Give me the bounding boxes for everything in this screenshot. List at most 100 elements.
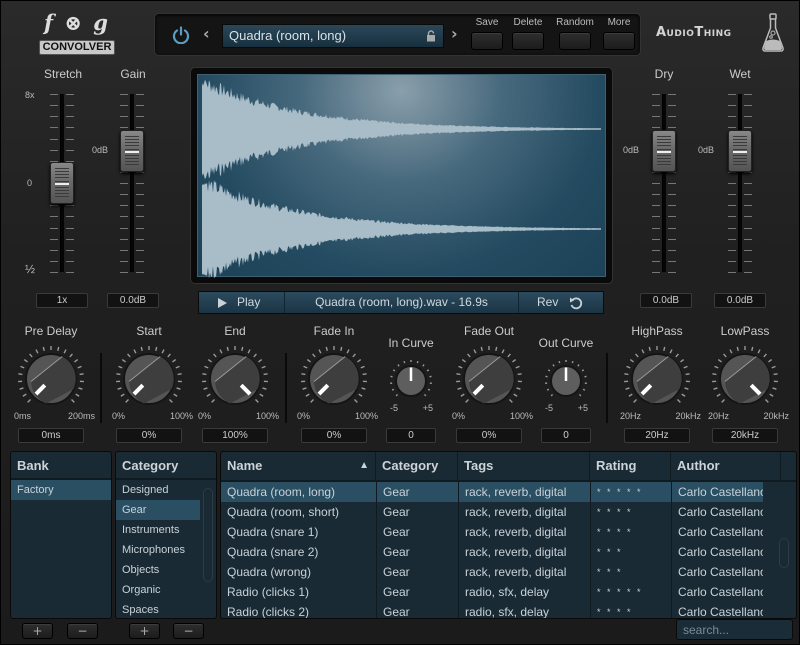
- in-curve-knob[interactable]: [388, 358, 434, 404]
- play-label: Play: [237, 295, 261, 309]
- fade-in-value[interactable]: 0%: [301, 428, 367, 443]
- category-list-item[interactable]: Microphones: [116, 540, 200, 560]
- pre-delay-label: Pre Delay: [24, 324, 78, 338]
- cell-rating: * * *: [597, 567, 623, 577]
- table-row[interactable]: Quadra (room, long) Gear rack, reverb, dig…: [221, 482, 796, 502]
- dry-slider-track[interactable]: [662, 94, 666, 272]
- end-knob[interactable]: [200, 344, 270, 414]
- gain-slider-thumb[interactable]: [120, 129, 144, 172]
- cell-author: Carlo Castellano: [678, 585, 763, 599]
- category-list-item[interactable]: Gear: [116, 500, 200, 520]
- stretch-slider-thumb[interactable]: [50, 162, 74, 204]
- waveform-display: [190, 67, 613, 284]
- fade-in-knob[interactable]: [299, 344, 369, 414]
- divider: [285, 353, 287, 423]
- save-button[interactable]: Save: [470, 16, 504, 50]
- pre-delay-value[interactable]: 0ms: [18, 428, 84, 443]
- wet-slider-thumb[interactable]: [728, 129, 752, 172]
- highpass-value[interactable]: 20Hz: [624, 428, 690, 443]
- remove-bank-button[interactable]: −: [67, 623, 98, 639]
- reverse-button[interactable]: Rev: [519, 292, 603, 313]
- delete-button[interactable]: Delete: [511, 16, 545, 50]
- lock-icon[interactable]: [426, 30, 436, 42]
- waveform-canvas[interactable]: [197, 74, 606, 279]
- gain-slider-track[interactable]: [130, 94, 134, 272]
- column-header-name[interactable]: Name ▲: [221, 452, 376, 480]
- table-row[interactable]: Radio (clicks 1) Gear radio, sfx, delay * *…: [221, 582, 796, 602]
- start-min-label: 0%: [112, 411, 126, 421]
- cell-rating: * * *: [597, 547, 623, 557]
- highpass-knob[interactable]: [622, 344, 692, 414]
- cell-tags: rack, reverb, digital: [459, 482, 590, 502]
- column-header-tags[interactable]: Tags: [458, 452, 590, 480]
- category-scrollbar[interactable]: [203, 488, 213, 582]
- wet-slider-track[interactable]: [738, 94, 742, 272]
- stretch-scale-label: 8x: [25, 90, 35, 100]
- start-value[interactable]: 0%: [116, 428, 182, 443]
- flask-logo-icon: [762, 13, 784, 52]
- pre-delay-max-label: 200ms: [67, 411, 95, 421]
- out-curve-knob[interactable]: [543, 358, 589, 404]
- column-header-category[interactable]: Category: [376, 452, 458, 480]
- fade-out-knob[interactable]: [454, 344, 524, 414]
- highpass-label: HighPass: [631, 324, 683, 338]
- add-category-button[interactable]: +: [129, 623, 160, 639]
- bank-list-item[interactable]: Factory: [11, 480, 111, 500]
- remove-category-button[interactable]: −: [173, 623, 204, 639]
- column-header-rating[interactable]: Rating: [590, 452, 671, 480]
- preset-name-field[interactable]: Quadra (room, long): [222, 24, 444, 48]
- category-list-item[interactable]: Instruments: [116, 520, 200, 540]
- dry-slider-thumb[interactable]: [652, 129, 676, 172]
- gain-value[interactable]: 0.0dB: [107, 293, 159, 308]
- table-row[interactable]: Quadra (snare 1) Gear rack, reverb, digita…: [221, 522, 796, 542]
- wet-value[interactable]: 0.0dB: [714, 293, 766, 308]
- dry-value[interactable]: 0.0dB: [640, 293, 692, 308]
- preset-name: Quadra (room, long): [229, 28, 347, 43]
- cell-category: Gear: [383, 505, 410, 519]
- more-button[interactable]: More: [602, 16, 636, 50]
- end-label: End: [224, 324, 246, 338]
- category-list-item[interactable]: Organic: [116, 580, 200, 600]
- category-list-item[interactable]: Designed: [116, 480, 200, 500]
- column-header-label: Rating: [596, 458, 637, 473]
- save-label: Save: [475, 17, 499, 28]
- search-input[interactable]: [676, 619, 793, 640]
- lowpass-value[interactable]: 20kHz: [712, 428, 778, 443]
- table-row[interactable]: Quadra (wrong) Gear rack, reverb, digital *…: [221, 562, 796, 582]
- in-curve-value[interactable]: 0: [386, 428, 436, 443]
- fade-in-min-label: 0%: [297, 411, 311, 421]
- out-curve-value[interactable]: 0: [541, 428, 591, 443]
- random-button[interactable]: Random: [555, 16, 595, 50]
- end-value[interactable]: 100%: [202, 428, 268, 443]
- prev-preset-button[interactable]: ‹: [203, 24, 210, 43]
- power-icon[interactable]: [172, 26, 190, 44]
- next-preset-button[interactable]: ›: [451, 24, 458, 43]
- column-header-label: Tags: [464, 458, 494, 473]
- cell-tags: radio, sfx, delay: [465, 605, 550, 619]
- category-list-item[interactable]: Objects: [116, 560, 200, 580]
- gain-scale-label: 0dB: [92, 144, 109, 155]
- highpass-max-label: 20kHz: [675, 411, 701, 421]
- cell-author: Carlo Castellano: [678, 565, 763, 579]
- pre-delay-knob[interactable]: [16, 344, 86, 414]
- delete-label: Delete: [513, 17, 543, 28]
- add-bank-button[interactable]: +: [22, 623, 53, 639]
- category-header: Category: [116, 452, 216, 480]
- table-row[interactable]: Radio (clicks 2) Gear radio, sfx, delay * *…: [221, 602, 796, 619]
- start-knob[interactable]: [114, 344, 184, 414]
- fade-out-value[interactable]: 0%: [456, 428, 522, 443]
- cell-name: Quadra (room, long): [221, 482, 376, 502]
- lowpass-max-label: 20kHz: [763, 411, 789, 421]
- lowpass-knob[interactable]: [710, 344, 780, 414]
- fade-out-max-label: 100%: [509, 411, 533, 421]
- ir-file-label: Quadra (room, long).wav - 16.9s: [285, 292, 519, 313]
- column-header-author[interactable]: Author: [671, 452, 781, 480]
- play-button[interactable]: Play: [199, 292, 285, 313]
- table-row[interactable]: Quadra (snare 2) Gear rack, reverb, digita…: [221, 542, 796, 562]
- stretch-value[interactable]: 1x: [36, 293, 88, 308]
- lowpass-label: LowPass: [720, 324, 770, 338]
- table-row[interactable]: Quadra (room, short) Gear rack, reverb, di…: [221, 502, 796, 522]
- category-list-item[interactable]: Spaces: [116, 600, 200, 618]
- pre-delay-min-label: 0ms: [14, 411, 32, 421]
- table-scrollbar[interactable]: [779, 538, 789, 568]
